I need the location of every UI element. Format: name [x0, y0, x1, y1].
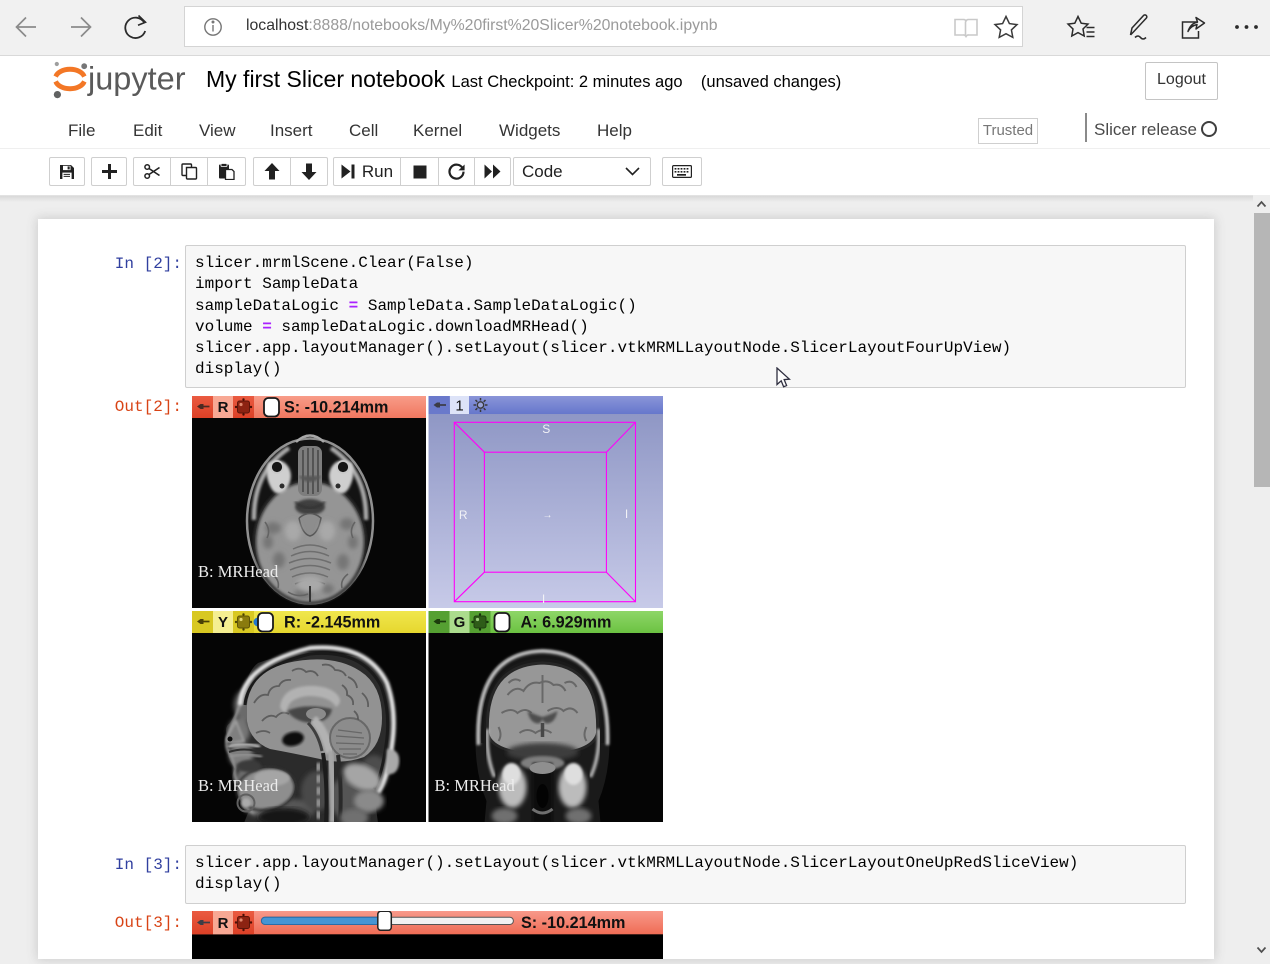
svg-text:R: R	[218, 915, 229, 932]
svg-text:1: 1	[455, 398, 463, 415]
svg-text:R: -2.145mm: R: -2.145mm	[284, 614, 380, 632]
svg-text:Y: Y	[218, 614, 228, 631]
svg-text:B: MRHead: B: MRHead	[198, 776, 279, 795]
svg-text:S: S	[542, 422, 550, 436]
svg-text:G: G	[454, 614, 466, 631]
svg-text:I: I	[625, 507, 628, 521]
svg-text:→: →	[543, 510, 553, 521]
svg-text:S: -10.214mm: S: -10.214mm	[521, 914, 625, 932]
svg-text:B: MRHead: B: MRHead	[435, 776, 516, 795]
svg-text:R: R	[218, 399, 229, 416]
svg-text:S: -10.214mm: S: -10.214mm	[284, 399, 388, 417]
svg-text:A: 6.929mm: A: 6.929mm	[521, 614, 612, 632]
svg-text:B: MRHead: B: MRHead	[198, 562, 279, 581]
svg-text:R: R	[459, 508, 468, 522]
svg-text:I: I	[542, 592, 545, 606]
svg-text:jupyter: jupyter	[87, 61, 186, 97]
